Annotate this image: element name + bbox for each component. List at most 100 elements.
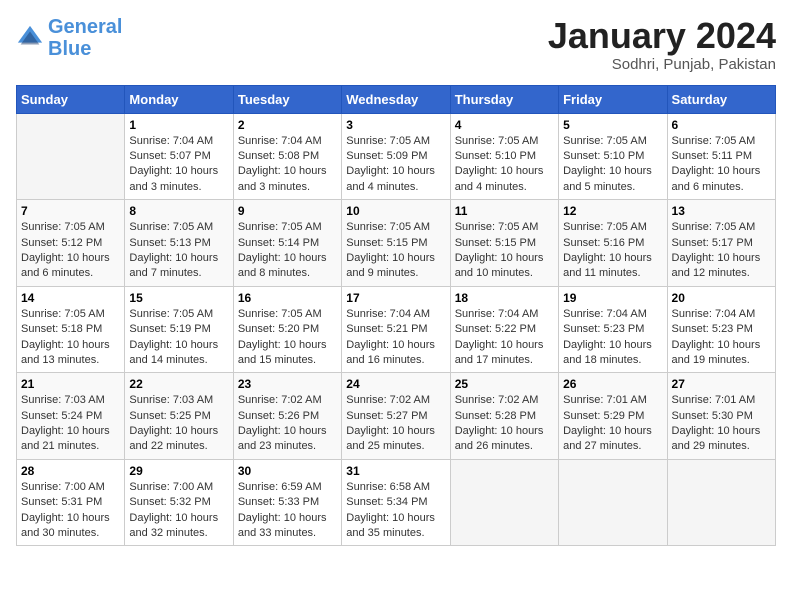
calendar-cell: 7 Sunrise: 7:05 AMSunset: 5:12 PMDaylight…: [17, 200, 125, 287]
cell-info: Sunrise: 7:05 AMSunset: 5:14 PMDaylight:…: [238, 220, 337, 282]
day-number: 16: [238, 291, 337, 305]
subtitle: Sodhri, Punjab, Pakistan: [548, 56, 776, 73]
title-block: January 2024 Sodhri, Punjab, Pakistan: [548, 16, 776, 73]
cell-info: Sunrise: 7:05 AMSunset: 5:13 PMDaylight:…: [129, 220, 228, 282]
calendar-cell: 23 Sunrise: 7:02 AMSunset: 5:26 PMDayligh…: [233, 373, 341, 460]
header-row: SundayMondayTuesdayWednesdayThursdayFrid…: [17, 85, 776, 113]
cell-info: Sunrise: 7:05 AMSunset: 5:20 PMDaylight:…: [238, 307, 337, 369]
day-number: 19: [563, 291, 662, 305]
cell-info: Sunrise: 7:05 AMSunset: 5:10 PMDaylight:…: [455, 134, 554, 196]
calendar-cell: 18 Sunrise: 7:04 AMSunset: 5:22 PMDayligh…: [450, 286, 558, 373]
cell-info: Sunrise: 7:05 AMSunset: 5:15 PMDaylight:…: [346, 220, 445, 282]
logo: General Blue: [16, 16, 122, 60]
calendar-cell: 9Sunrise: 7:05 AMSunset: 5:14 PMDaylight…: [233, 200, 341, 287]
calendar-cell: 24Sunrise: 7:02 AMSunset: 5:27 PMDayligh…: [342, 373, 450, 460]
calendar-cell: 20Sunrise: 7:04 AMSunset: 5:23 PMDayligh…: [667, 286, 775, 373]
col-header-tuesday: Tuesday: [233, 85, 341, 113]
cell-info: Sunrise: 7:03 AMSunset: 5:24 PMDaylight:…: [21, 393, 120, 455]
day-number: 11: [455, 204, 554, 218]
week-row-3: 14 Sunrise: 7:05 AMSunset: 5:18 PMDayligh…: [17, 286, 776, 373]
day-number: 31: [346, 464, 445, 478]
col-header-friday: Friday: [559, 85, 667, 113]
cell-info: Sunrise: 7:02 AMSunset: 5:26 PMDaylight:…: [238, 393, 337, 455]
cell-info: Sunrise: 7:01 AMSunset: 5:29 PMDaylight:…: [563, 393, 662, 455]
cell-info: Sunrise: 7:04 AMSunset: 5:22 PMDaylight:…: [455, 307, 554, 369]
calendar-cell: 6 Sunrise: 7:05 AMSunset: 5:11 PMDaylight…: [667, 113, 775, 200]
cell-info: Sunrise: 6:59 AMSunset: 5:33 PMDaylight:…: [238, 480, 337, 542]
week-row-2: 7 Sunrise: 7:05 AMSunset: 5:12 PMDaylight…: [17, 200, 776, 287]
day-number: 5: [563, 118, 662, 132]
day-number: 23: [238, 377, 337, 391]
calendar-cell: 26 Sunrise: 7:01 AMSunset: 5:29 PMDayligh…: [559, 373, 667, 460]
calendar-cell: [667, 459, 775, 546]
cell-info: Sunrise: 7:04 AMSunset: 5:07 PMDaylight:…: [129, 134, 228, 196]
day-number: 14: [21, 291, 120, 305]
week-row-4: 21 Sunrise: 7:03 AMSunset: 5:24 PMDayligh…: [17, 373, 776, 460]
page-header: General Blue January 2024 Sodhri, Punjab…: [16, 16, 776, 73]
cell-info: Sunrise: 7:03 AMSunset: 5:25 PMDaylight:…: [129, 393, 228, 455]
calendar-cell: 30 Sunrise: 6:59 AMSunset: 5:33 PMDayligh…: [233, 459, 341, 546]
day-number: 8: [129, 204, 228, 218]
day-number: 30: [238, 464, 337, 478]
calendar-cell: 4 Sunrise: 7:05 AMSunset: 5:10 PMDaylight…: [450, 113, 558, 200]
logo-line2: Blue: [48, 38, 91, 60]
calendar-cell: 31 Sunrise: 6:58 AMSunset: 5:34 PMDayligh…: [342, 459, 450, 546]
calendar-table: SundayMondayTuesdayWednesdayThursdayFrid…: [16, 85, 776, 547]
calendar-cell: 21 Sunrise: 7:03 AMSunset: 5:24 PMDayligh…: [17, 373, 125, 460]
day-number: 29: [129, 464, 228, 478]
calendar-cell: [17, 113, 125, 200]
day-number: 22: [129, 377, 228, 391]
cell-info: Sunrise: 6:58 AMSunset: 5:34 PMDaylight:…: [346, 480, 445, 542]
cell-info: Sunrise: 7:05 AMSunset: 5:11 PMDaylight:…: [672, 134, 771, 196]
cell-info: Sunrise: 7:04 AMSunset: 5:23 PMDaylight:…: [563, 307, 662, 369]
calendar-cell: 29 Sunrise: 7:00 AMSunset: 5:32 PMDayligh…: [125, 459, 233, 546]
cell-info: Sunrise: 7:05 AMSunset: 5:09 PMDaylight:…: [346, 134, 445, 196]
calendar-cell: 13Sunrise: 7:05 AMSunset: 5:17 PMDayligh…: [667, 200, 775, 287]
main-title: January 2024: [548, 16, 776, 56]
cell-info: Sunrise: 7:05 AMSunset: 5:15 PMDaylight:…: [455, 220, 554, 282]
day-number: 17: [346, 291, 445, 305]
calendar-cell: 22 Sunrise: 7:03 AMSunset: 5:25 PMDayligh…: [125, 373, 233, 460]
cell-info: Sunrise: 7:05 AMSunset: 5:16 PMDaylight:…: [563, 220, 662, 282]
day-number: 21: [21, 377, 120, 391]
day-number: 7: [21, 204, 120, 218]
cell-info: Sunrise: 7:05 AMSunset: 5:12 PMDaylight:…: [21, 220, 120, 282]
day-number: 1: [129, 118, 228, 132]
day-number: 26: [563, 377, 662, 391]
cell-info: Sunrise: 7:02 AMSunset: 5:28 PMDaylight:…: [455, 393, 554, 455]
col-header-thursday: Thursday: [450, 85, 558, 113]
day-number: 6: [672, 118, 771, 132]
cell-info: Sunrise: 7:00 AMSunset: 5:32 PMDaylight:…: [129, 480, 228, 542]
calendar-cell: 3Sunrise: 7:05 AMSunset: 5:09 PMDaylight…: [342, 113, 450, 200]
calendar-cell: 11 Sunrise: 7:05 AMSunset: 5:15 PMDayligh…: [450, 200, 558, 287]
cell-info: Sunrise: 7:04 AMSunset: 5:21 PMDaylight:…: [346, 307, 445, 369]
cell-info: Sunrise: 7:01 AMSunset: 5:30 PMDaylight:…: [672, 393, 771, 455]
calendar-cell: 15 Sunrise: 7:05 AMSunset: 5:19 PMDayligh…: [125, 286, 233, 373]
calendar-cell: 1 Sunrise: 7:04 AMSunset: 5:07 PMDaylight…: [125, 113, 233, 200]
day-number: 12: [563, 204, 662, 218]
calendar-cell: 8 Sunrise: 7:05 AMSunset: 5:13 PMDaylight…: [125, 200, 233, 287]
col-header-saturday: Saturday: [667, 85, 775, 113]
cell-info: Sunrise: 7:05 AMSunset: 5:18 PMDaylight:…: [21, 307, 120, 369]
calendar-cell: 19 Sunrise: 7:04 AMSunset: 5:23 PMDayligh…: [559, 286, 667, 373]
day-number: 25: [455, 377, 554, 391]
cell-info: Sunrise: 7:02 AMSunset: 5:27 PMDaylight:…: [346, 393, 445, 455]
calendar-cell: 2Sunrise: 7:04 AMSunset: 5:08 PMDaylight…: [233, 113, 341, 200]
day-number: 4: [455, 118, 554, 132]
cell-info: Sunrise: 7:05 AMSunset: 5:10 PMDaylight:…: [563, 134, 662, 196]
cell-info: Sunrise: 7:04 AMSunset: 5:08 PMDaylight:…: [238, 134, 337, 196]
day-number: 15: [129, 291, 228, 305]
calendar-cell: 14 Sunrise: 7:05 AMSunset: 5:18 PMDayligh…: [17, 286, 125, 373]
week-row-5: 28Sunrise: 7:00 AMSunset: 5:31 PMDayligh…: [17, 459, 776, 546]
calendar-cell: 10 Sunrise: 7:05 AMSunset: 5:15 PMDayligh…: [342, 200, 450, 287]
day-number: 28: [21, 464, 120, 478]
week-row-1: 1 Sunrise: 7:04 AMSunset: 5:07 PMDaylight…: [17, 113, 776, 200]
day-number: 18: [455, 291, 554, 305]
day-number: 13: [672, 204, 771, 218]
day-number: 27: [672, 377, 771, 391]
calendar-cell: 17 Sunrise: 7:04 AMSunset: 5:21 PMDayligh…: [342, 286, 450, 373]
day-number: 10: [346, 204, 445, 218]
cell-info: Sunrise: 7:05 AMSunset: 5:19 PMDaylight:…: [129, 307, 228, 369]
col-header-sunday: Sunday: [17, 85, 125, 113]
calendar-cell: 27 Sunrise: 7:01 AMSunset: 5:30 PMDayligh…: [667, 373, 775, 460]
